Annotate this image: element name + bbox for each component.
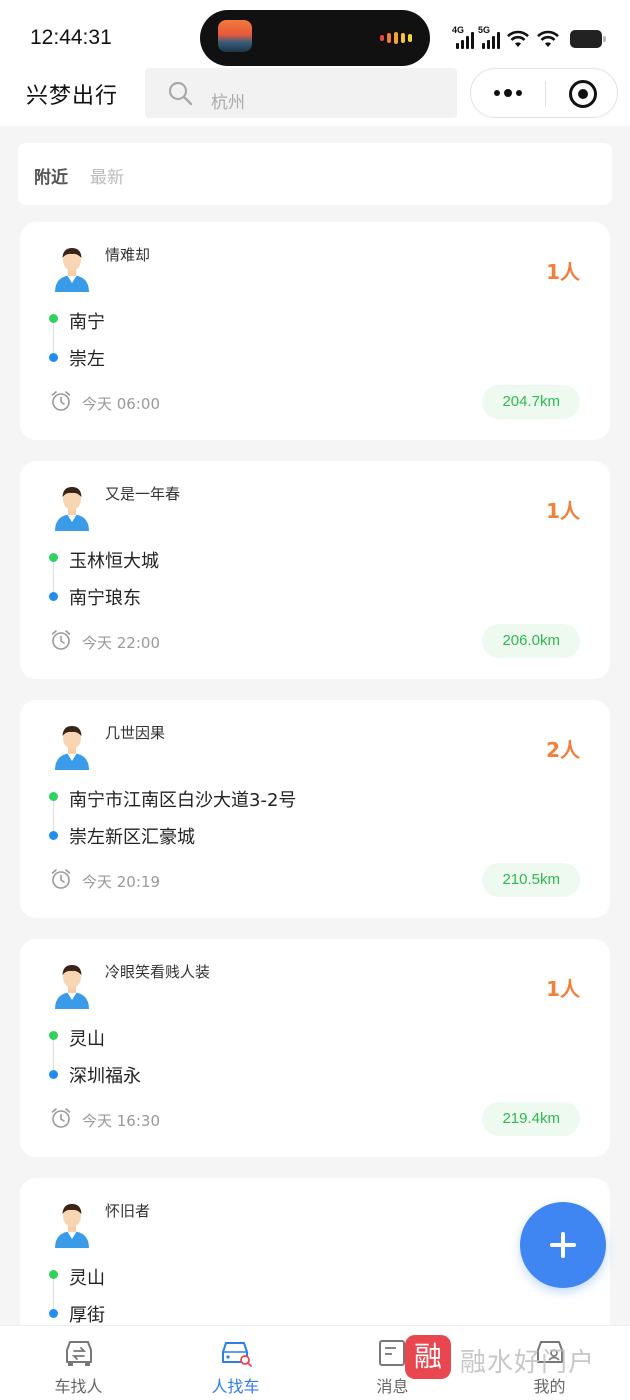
status-icons: 4G 5G [452, 25, 606, 52]
more-icon [494, 90, 500, 96]
user-name: 情难却 [105, 246, 151, 264]
watermark-text: 融水好门户 [460, 1348, 596, 1378]
user-name: 冷眼笑看贱人装 [105, 963, 211, 981]
route-connector [53, 1037, 54, 1073]
ride-card[interactable]: 几世因果 2人 南宁市江南区白沙大道3-2号 崇左新区汇豪城 今天 20:19 … [20, 700, 610, 918]
distance-badge: 206.0km [482, 624, 580, 658]
dynamic-island [200, 10, 430, 66]
destination-text: 深圳福永 [69, 1066, 141, 1087]
audio-wave-icon [380, 32, 412, 44]
more-menu-button[interactable] [471, 69, 545, 117]
destination-dot [49, 1070, 58, 1079]
add-post-button[interactable] [520, 1202, 606, 1288]
seat-count: 1人 [546, 499, 580, 523]
tab-nearby[interactable]: 附近 [34, 163, 68, 188]
departure-time: 今天 22:00 [82, 634, 160, 652]
media-thumbnail [218, 20, 252, 52]
user-avatar-icon [55, 1204, 89, 1248]
destination-text: 崇左新区汇豪城 [69, 827, 195, 848]
alarm-clock-icon [51, 869, 71, 889]
ride-card[interactable]: 冷眼笑看贱人装 1人 灵山 深圳福永 今天 16:30 219.4km [20, 939, 610, 1157]
user-avatar-icon [55, 487, 89, 531]
departure-time: 今天 16:30 [82, 1112, 160, 1130]
user-avatar-icon [55, 965, 89, 1009]
user-avatar-icon [55, 726, 89, 770]
user-name: 几世因果 [105, 724, 166, 742]
route-connector [53, 320, 54, 356]
destination-text: 崇左 [69, 349, 105, 370]
destination-dot [49, 1309, 58, 1318]
destination-dot [49, 353, 58, 362]
destination-dot [49, 831, 58, 840]
ride-card[interactable]: 情难却 1人 南宁 崇左 今天 06:00 204.7km [20, 222, 610, 440]
origin-dot [49, 792, 58, 801]
car-search-icon [222, 1342, 252, 1367]
route-connector [53, 559, 54, 595]
search-icon [168, 81, 193, 106]
user-name: 又是一年春 [105, 485, 181, 503]
alarm-clock-icon [51, 391, 71, 411]
search-input[interactable]: 杭州 [145, 68, 457, 118]
tab-car-find-people[interactable]: 车找人 [0, 1326, 157, 1400]
tab-label: 车找人 [54, 1377, 103, 1396]
battery-icon [570, 30, 606, 48]
app-title: 兴梦出行 [26, 84, 119, 109]
car-swap-icon [66, 1341, 92, 1366]
origin-dot [49, 1031, 58, 1040]
tab-latest[interactable]: 最新 [90, 163, 124, 188]
destination-text: 南宁琅东 [69, 588, 141, 609]
user-name: 怀旧者 [105, 1202, 151, 1220]
seat-count: 2人 [546, 738, 580, 762]
search-placeholder: 杭州 [211, 93, 245, 113]
route-connector [53, 1276, 54, 1312]
ride-card[interactable]: 又是一年春 1人 玉林恒大城 南宁琅东 今天 22:00 206.0km [20, 461, 610, 679]
origin-text: 灵山 [69, 1029, 105, 1050]
tab-people-find-car[interactable]: 人找车 [157, 1326, 314, 1400]
origin-text: 南宁市江南区白沙大道3-2号 [69, 790, 297, 811]
watermark-logo: 融 [405, 1335, 451, 1379]
origin-text: 灵山 [69, 1268, 105, 1289]
status-time: 12:44:31 [30, 26, 112, 49]
signal-4g-icon: 4G [452, 25, 474, 49]
destination-text: 厚街 [69, 1305, 105, 1326]
alarm-clock-icon [51, 630, 71, 650]
capsule-divider [545, 81, 546, 107]
wifi-icon [537, 30, 559, 47]
filter-tabs: 附近 最新 [18, 143, 612, 205]
status-bar: 12:44:31 4G 5G [0, 0, 630, 72]
origin-text: 南宁 [69, 312, 105, 333]
signal-5g-icon: 5G [478, 25, 500, 49]
nav-bar: 兴梦出行 杭州 [0, 68, 630, 126]
origin-text: 玉林恒大城 [69, 551, 159, 572]
departure-time: 今天 06:00 [82, 395, 160, 413]
seat-count: 1人 [546, 977, 580, 1001]
wifi-icon [507, 30, 529, 47]
distance-badge: 219.4km [482, 1102, 580, 1136]
alarm-clock-icon [51, 1108, 71, 1128]
seat-count: 1人 [546, 260, 580, 284]
miniprogram-capsule [470, 68, 618, 118]
distance-badge: 210.5km [482, 863, 580, 897]
origin-dot [49, 1270, 58, 1279]
departure-time: 今天 20:19 [82, 873, 160, 891]
destination-dot [49, 592, 58, 601]
user-avatar-icon [55, 248, 89, 292]
route-connector [53, 798, 54, 834]
origin-dot [49, 314, 58, 323]
distance-badge: 204.7km [482, 385, 580, 419]
tab-label: 人找车 [211, 1377, 260, 1396]
origin-dot [49, 553, 58, 562]
close-miniprogram-button[interactable] [569, 80, 597, 108]
